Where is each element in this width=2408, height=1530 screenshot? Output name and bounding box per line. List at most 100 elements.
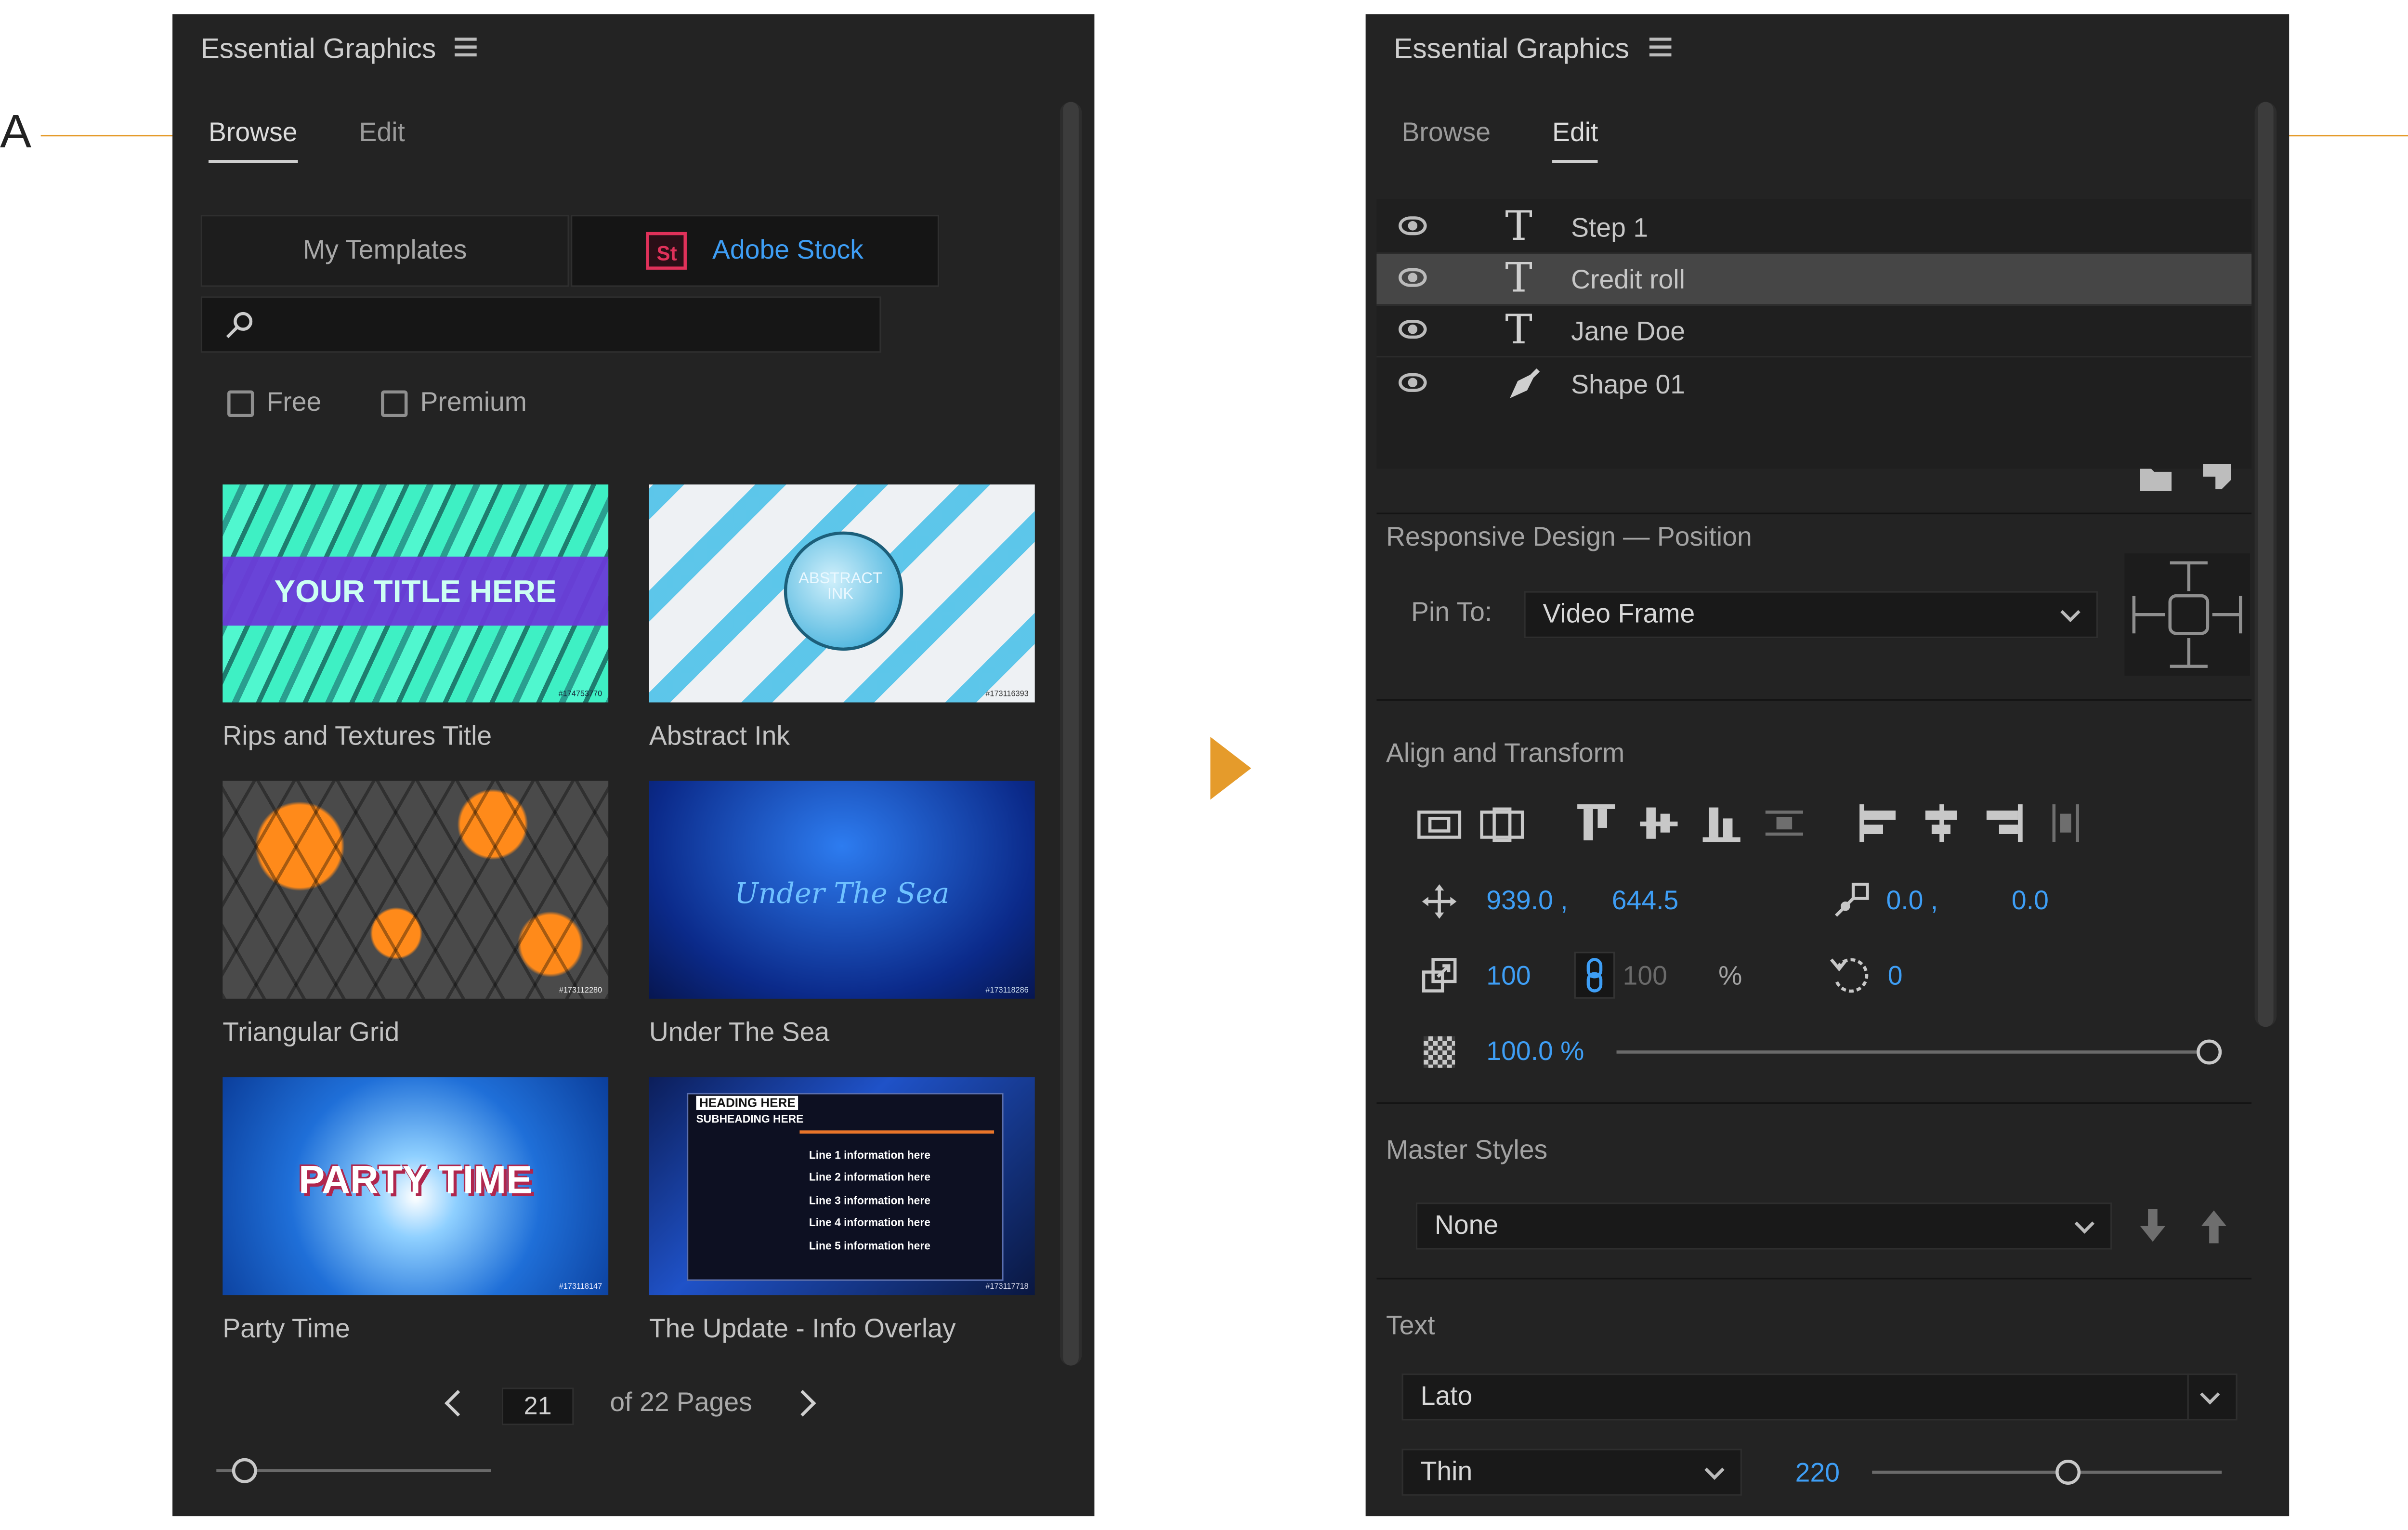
position-y-value[interactable]: 644.5 — [1612, 886, 1679, 917]
align-bottom-icon[interactable] — [1700, 801, 1743, 845]
font-dropdown-separator — [2187, 1375, 2189, 1419]
align-transform-heading: Align and Transform — [1386, 738, 1625, 769]
rotation-icon — [1830, 958, 1869, 993]
scale-value[interactable]: 100 — [1486, 961, 1531, 993]
font-size-value[interactable]: 220 — [1795, 1458, 1840, 1490]
browse-scrollbar[interactable] — [1060, 102, 1082, 1366]
align-to-selection-icon[interactable] — [1417, 806, 1462, 843]
scale-linked-value: 100 — [1623, 961, 1667, 991]
pull-style-up-icon[interactable] — [2200, 1209, 2228, 1243]
visibility-eye-icon[interactable] — [1398, 373, 1427, 392]
template-card[interactable]: YOUR TITLE HERE #174753770 Rips and Text… — [222, 484, 609, 753]
template-card[interactable]: ABSTRACT INK #173116393 Abstract Ink — [649, 484, 1035, 753]
align-horizontal-center-icon[interactable] — [1919, 801, 1963, 845]
anchor-point-icon — [1835, 882, 1869, 917]
font-size-slider-knob[interactable] — [2055, 1459, 2081, 1485]
template-label: Under The Sea — [649, 1017, 830, 1047]
font-style-value: Thin — [1420, 1456, 1473, 1487]
thumb-title-text: PARTY TIME — [299, 1158, 533, 1203]
font-size-slider[interactable] — [1872, 1470, 2222, 1474]
scale-icon — [1422, 958, 1457, 993]
thumb-stock-id: #173118147 — [559, 1282, 602, 1292]
layer-row-selected[interactable]: T Credit roll — [1376, 254, 2252, 306]
adobe-stock-button[interactable]: St Adobe Stock — [571, 215, 940, 287]
edit-panel: Essential Graphics Browse Edit T Step 1 … — [1365, 14, 2290, 1517]
text-heading: Text — [1386, 1310, 1435, 1341]
new-group-folder-icon[interactable] — [2140, 466, 2172, 491]
pin-to-dropdown[interactable]: Video Frame — [1524, 591, 2098, 639]
master-styles-dropdown[interactable]: None — [1415, 1203, 2112, 1250]
align-vertical-center-icon[interactable] — [1637, 801, 1681, 845]
premium-checkbox[interactable]: Premium — [381, 387, 527, 418]
anchor-y-value[interactable]: 0.0 — [2012, 886, 2049, 917]
template-thumbnail: PARTY TIME #173118147 — [222, 1077, 609, 1295]
adobe-stock-logo-icon: St — [646, 232, 687, 270]
opacity-slider-knob[interactable] — [2197, 1039, 2222, 1065]
rotation-value[interactable]: 0 — [1888, 961, 1903, 993]
page-number-input[interactable]: 21 — [501, 1387, 574, 1425]
thumb-title-text: ABSTRACT INK — [798, 571, 882, 604]
thumbnail-size-slider[interactable] — [216, 1469, 491, 1473]
new-layer-icon[interactable] — [2203, 464, 2231, 489]
align-top-icon[interactable] — [1574, 801, 1618, 845]
search-input[interactable] — [200, 296, 881, 353]
chevron-down-icon — [2074, 1214, 2095, 1234]
callout-a: A — [0, 106, 32, 158]
info-line: Line 2 information here — [809, 1173, 930, 1185]
next-page-button[interactable] — [789, 1390, 816, 1417]
free-checkbox[interactable]: Free — [227, 387, 321, 418]
layer-row[interactable]: T Jane Doe — [1376, 306, 2252, 358]
premium-checkbox-box — [381, 390, 408, 417]
opacity-value[interactable]: 100.0 % — [1486, 1036, 1584, 1068]
thumb-stock-id: #173112280 — [559, 986, 602, 996]
layer-name: Jane Doe — [1571, 316, 1686, 347]
align-to-frame-icon[interactable] — [1480, 806, 1524, 843]
tab-edit[interactable]: Edit — [1552, 118, 1599, 163]
font-style-dropdown[interactable]: Thin — [1401, 1449, 1742, 1496]
info-line: Line 4 information here — [809, 1218, 930, 1230]
thumb-title-text: Under The Sea — [734, 878, 950, 911]
visibility-eye-icon[interactable] — [1398, 216, 1427, 235]
tab-browse[interactable]: Browse — [1402, 118, 1491, 149]
template-card[interactable]: #173112280 Triangular Grid — [222, 781, 609, 1049]
opacity-slider[interactable] — [1616, 1050, 2210, 1054]
tab-edit[interactable]: Edit — [359, 118, 405, 149]
layer-name: Credit roll — [1571, 265, 1685, 295]
template-thumbnail: #173112280 — [222, 781, 609, 999]
section-divider — [1376, 1102, 2252, 1104]
align-right-icon[interactable] — [1982, 801, 2026, 845]
edit-scrollbar[interactable] — [2254, 102, 2277, 1027]
premium-label: Premium — [420, 387, 527, 417]
anchor-x-value[interactable]: 0.0 , — [1886, 886, 1938, 917]
layer-row[interactable]: Shape 01 — [1376, 359, 2251, 411]
distribute-vertical-icon[interactable] — [1762, 801, 1806, 845]
link-scale-button[interactable] — [1574, 952, 1615, 999]
my-templates-button[interactable]: My Templates — [200, 215, 569, 287]
panel-menu-icon[interactable] — [1649, 38, 1672, 61]
free-label: Free — [266, 387, 322, 417]
template-card[interactable]: Under The Sea #173118286 Under The Sea — [649, 781, 1035, 1049]
visibility-eye-icon[interactable] — [1398, 320, 1427, 339]
layer-list: T Step 1 T Credit roll T Jane Doe Shape … — [1376, 199, 2252, 469]
adobe-stock-label: Adobe Stock — [712, 235, 864, 265]
visibility-eye-icon[interactable] — [1398, 268, 1427, 287]
template-label: Rips and Textures Title — [222, 721, 492, 751]
template-card[interactable]: HEADING HERE SUBHEADING HERE Line 1 info… — [649, 1077, 1035, 1346]
layer-row[interactable]: T Step 1 — [1376, 202, 2252, 254]
distribute-horizontal-icon[interactable] — [2044, 801, 2088, 845]
font-family-dropdown[interactable]: Lato — [1401, 1373, 2238, 1421]
template-thumbnail: HEADING HERE SUBHEADING HERE Line 1 info… — [649, 1077, 1035, 1295]
align-left-icon[interactable] — [1857, 801, 1900, 845]
position-x-value[interactable]: 939.0 , — [1486, 886, 1568, 917]
push-style-down-icon[interactable] — [2139, 1209, 2167, 1243]
tab-browse[interactable]: Browse — [208, 118, 298, 163]
panel-menu-icon[interactable] — [455, 38, 477, 61]
template-card[interactable]: PARTY TIME #173118147 Party Time — [222, 1077, 609, 1346]
pin-position-widget[interactable] — [2124, 553, 2250, 676]
chevron-down-icon — [2200, 1385, 2220, 1405]
text-layer-icon: T — [1505, 255, 1532, 303]
template-label: Party Time — [222, 1314, 350, 1344]
template-label: Abstract Ink — [649, 721, 790, 751]
thumbnail-size-knob[interactable] — [232, 1458, 257, 1483]
prev-page-button[interactable] — [445, 1390, 471, 1417]
